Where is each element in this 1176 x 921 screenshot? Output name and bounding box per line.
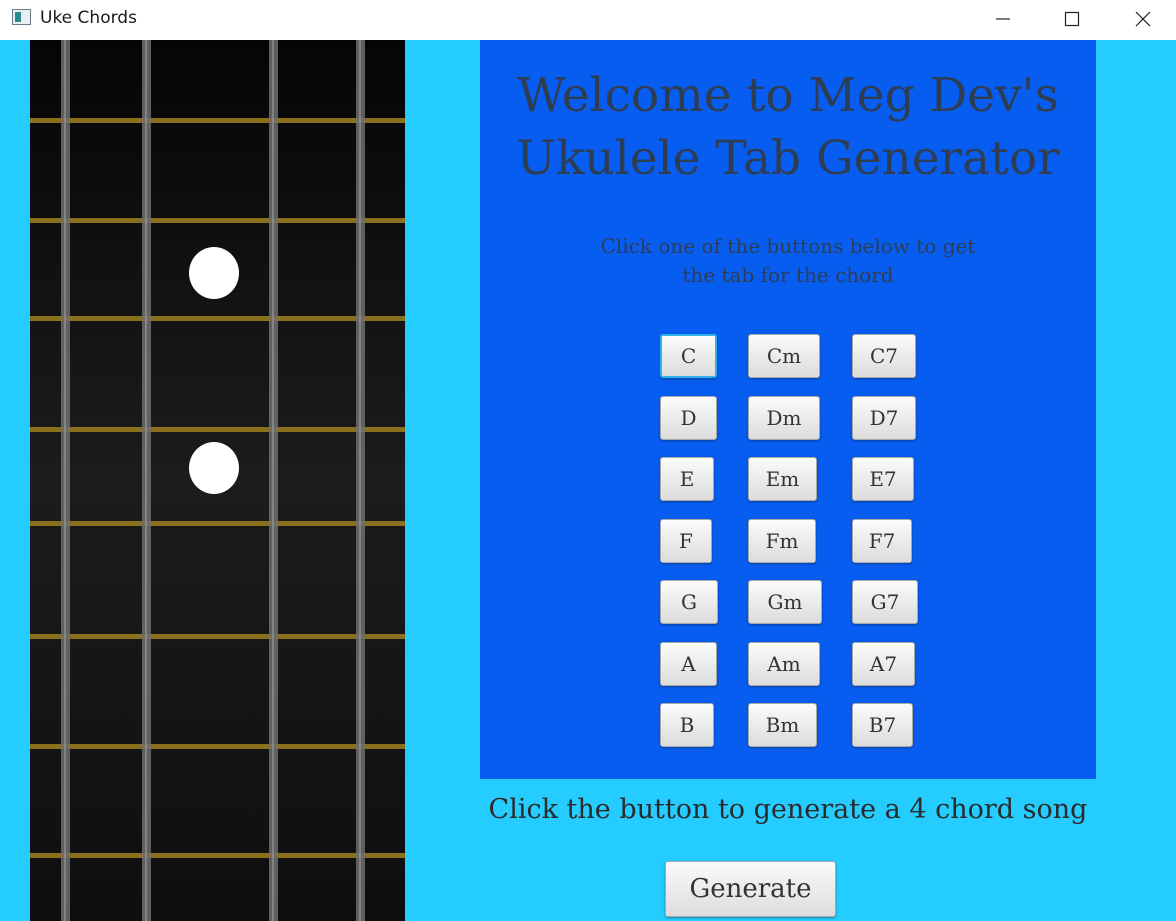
fret-7 xyxy=(30,744,405,749)
chord-button-gm[interactable]: Gm xyxy=(748,580,822,624)
chord-button-em[interactable]: Em xyxy=(748,457,817,501)
chord-button-b[interactable]: B xyxy=(660,703,714,747)
chord-button-am[interactable]: Am xyxy=(748,642,820,686)
chord-button-e[interactable]: E xyxy=(660,457,714,501)
chord-button-dm[interactable]: Dm xyxy=(748,396,820,440)
finger-dot-1 xyxy=(189,247,239,299)
chord-button-d7[interactable]: D7 xyxy=(852,396,916,440)
fret-1 xyxy=(30,118,405,123)
maximize-icon xyxy=(1064,11,1080,27)
chord-button-a[interactable]: A xyxy=(660,642,717,686)
chord-button-cm[interactable]: Cm xyxy=(748,334,820,378)
fret-3 xyxy=(30,316,405,321)
chord-button-b7[interactable]: B7 xyxy=(852,703,913,747)
fret-6 xyxy=(30,634,405,639)
minimize-icon xyxy=(996,18,1010,20)
title-bar: Uke Chords xyxy=(0,0,1176,40)
title-line-2: Ukulele Tab Generator xyxy=(516,131,1060,186)
chord-button-g[interactable]: G xyxy=(660,580,718,624)
fret-4 xyxy=(30,427,405,432)
maximize-button[interactable] xyxy=(1049,0,1095,38)
chord-button-d[interactable]: D xyxy=(660,396,717,440)
chord-button-g7[interactable]: G7 xyxy=(852,580,918,624)
chord-button-f[interactable]: F xyxy=(660,519,712,563)
generate-prompt: Click the button to generate a 4 chord s… xyxy=(488,794,1088,825)
string-highlight-3 xyxy=(272,40,274,921)
close-button[interactable] xyxy=(1120,0,1166,38)
chord-button-f7[interactable]: F7 xyxy=(852,519,912,563)
title-line-1: Welcome to Meg Dev's xyxy=(517,68,1059,123)
fretboard-diagram xyxy=(30,40,405,921)
string-highlight-4 xyxy=(359,40,361,921)
instructions: Click one of the buttons below to get th… xyxy=(480,232,1096,290)
chord-button-fm[interactable]: Fm xyxy=(748,519,816,563)
chord-button-a7[interactable]: A7 xyxy=(852,642,915,686)
app-icon xyxy=(12,9,31,25)
chord-panel: Welcome to Meg Dev's Ukulele Tab Generat… xyxy=(480,40,1096,779)
fret-5 xyxy=(30,521,405,526)
string-highlight-1 xyxy=(64,40,66,921)
chord-button-e7[interactable]: E7 xyxy=(852,457,914,501)
minimize-button[interactable] xyxy=(980,0,1026,38)
chord-button-bm[interactable]: Bm xyxy=(748,703,817,747)
finger-dot-2 xyxy=(189,442,239,494)
instructions-line-1: Click one of the buttons below to get xyxy=(600,234,976,258)
window-title: Uke Chords xyxy=(40,8,137,28)
chord-button-c7[interactable]: C7 xyxy=(852,334,916,378)
fret-8 xyxy=(30,853,405,858)
page-title: Welcome to Meg Dev's Ukulele Tab Generat… xyxy=(480,64,1096,190)
instructions-line-2: the tab for the chord xyxy=(682,263,894,287)
chord-button-c[interactable]: C xyxy=(660,334,717,378)
string-highlight-2 xyxy=(145,40,147,921)
close-icon xyxy=(1135,11,1151,27)
generate-button[interactable]: Generate xyxy=(665,861,836,917)
fret-2 xyxy=(30,218,405,223)
